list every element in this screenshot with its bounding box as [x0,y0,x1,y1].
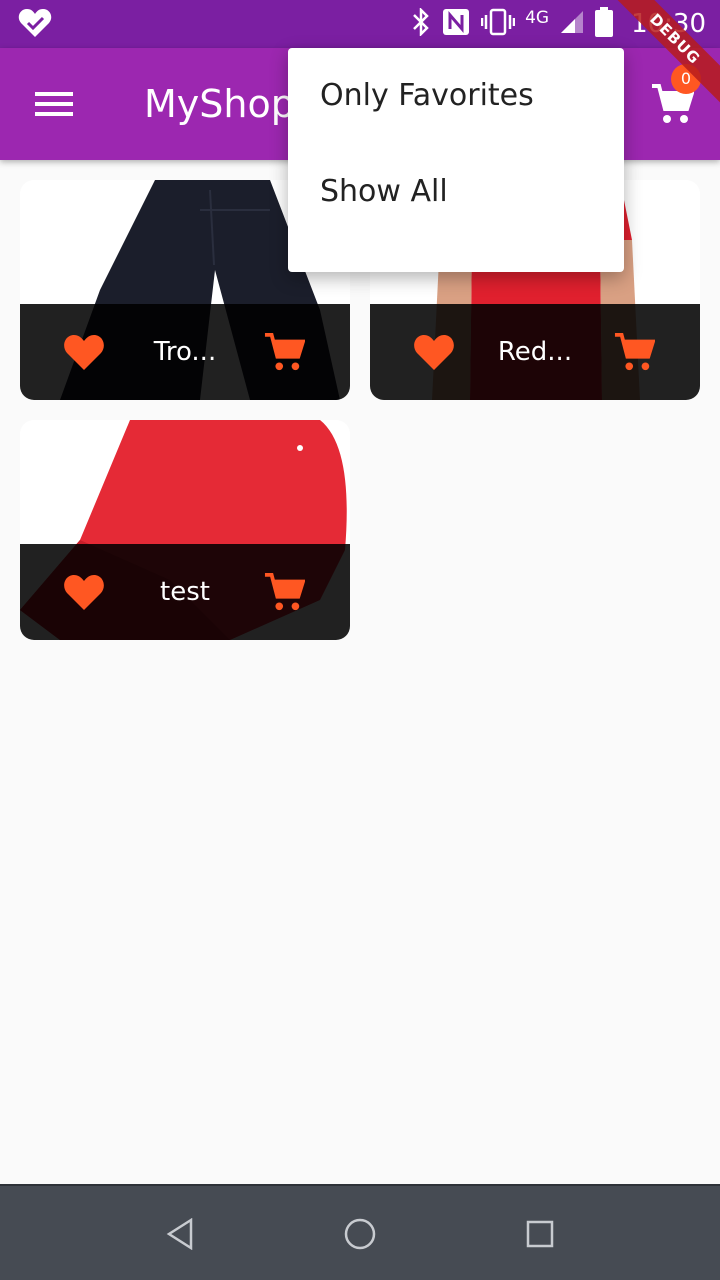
tile-footer: test [20,544,350,640]
app-title: MyShop [144,82,295,126]
back-icon [166,1218,193,1250]
heart-icon [64,575,104,610]
product-title: Red... [497,337,573,367]
vibrate-icon [480,7,516,42]
back-button[interactable] [156,1210,204,1258]
add-to-cart-button[interactable] [260,328,308,376]
menu-button[interactable] [26,76,82,132]
add-to-cart-button[interactable] [260,568,308,616]
shopping-cart-icon [614,332,655,371]
system-nav-bar [0,1184,720,1280]
tile-footer: Red... [370,304,700,400]
favorite-button[interactable] [60,328,108,376]
menu-item-show-all[interactable]: Show All [288,162,624,258]
add-to-cart-button[interactable] [610,328,658,376]
recents-button[interactable] [516,1210,564,1258]
recents-icon [526,1220,554,1248]
favorite-button[interactable] [410,328,458,376]
filter-popup-menu: Only Favorites Show All [288,48,624,272]
home-icon [344,1218,376,1250]
shopping-cart-icon [264,332,305,371]
bluetooth-icon [411,6,431,41]
favorite-button[interactable] [60,568,108,616]
shopping-cart-icon [264,572,305,611]
product-title: test [160,577,210,607]
status-bar: 4G 10:30 [0,0,720,48]
network-type: 4G [525,8,550,28]
battery-icon [595,6,614,42]
product-title: Tro... [153,337,217,367]
health-app-icon [18,8,52,43]
hamburger-menu-icon [35,92,73,116]
home-button[interactable] [336,1210,384,1258]
menu-item-only-favorites[interactable]: Only Favorites [288,66,624,162]
signal-icon [559,9,585,40]
heart-icon [414,335,454,370]
heart-icon [64,335,104,370]
nfc-icon [441,7,471,42]
cart-count-badge: 0 [671,64,701,94]
clock: 10:30 [631,9,706,39]
product-tile[interactable]: test [20,420,350,640]
tile-footer: Tro... [20,304,350,400]
